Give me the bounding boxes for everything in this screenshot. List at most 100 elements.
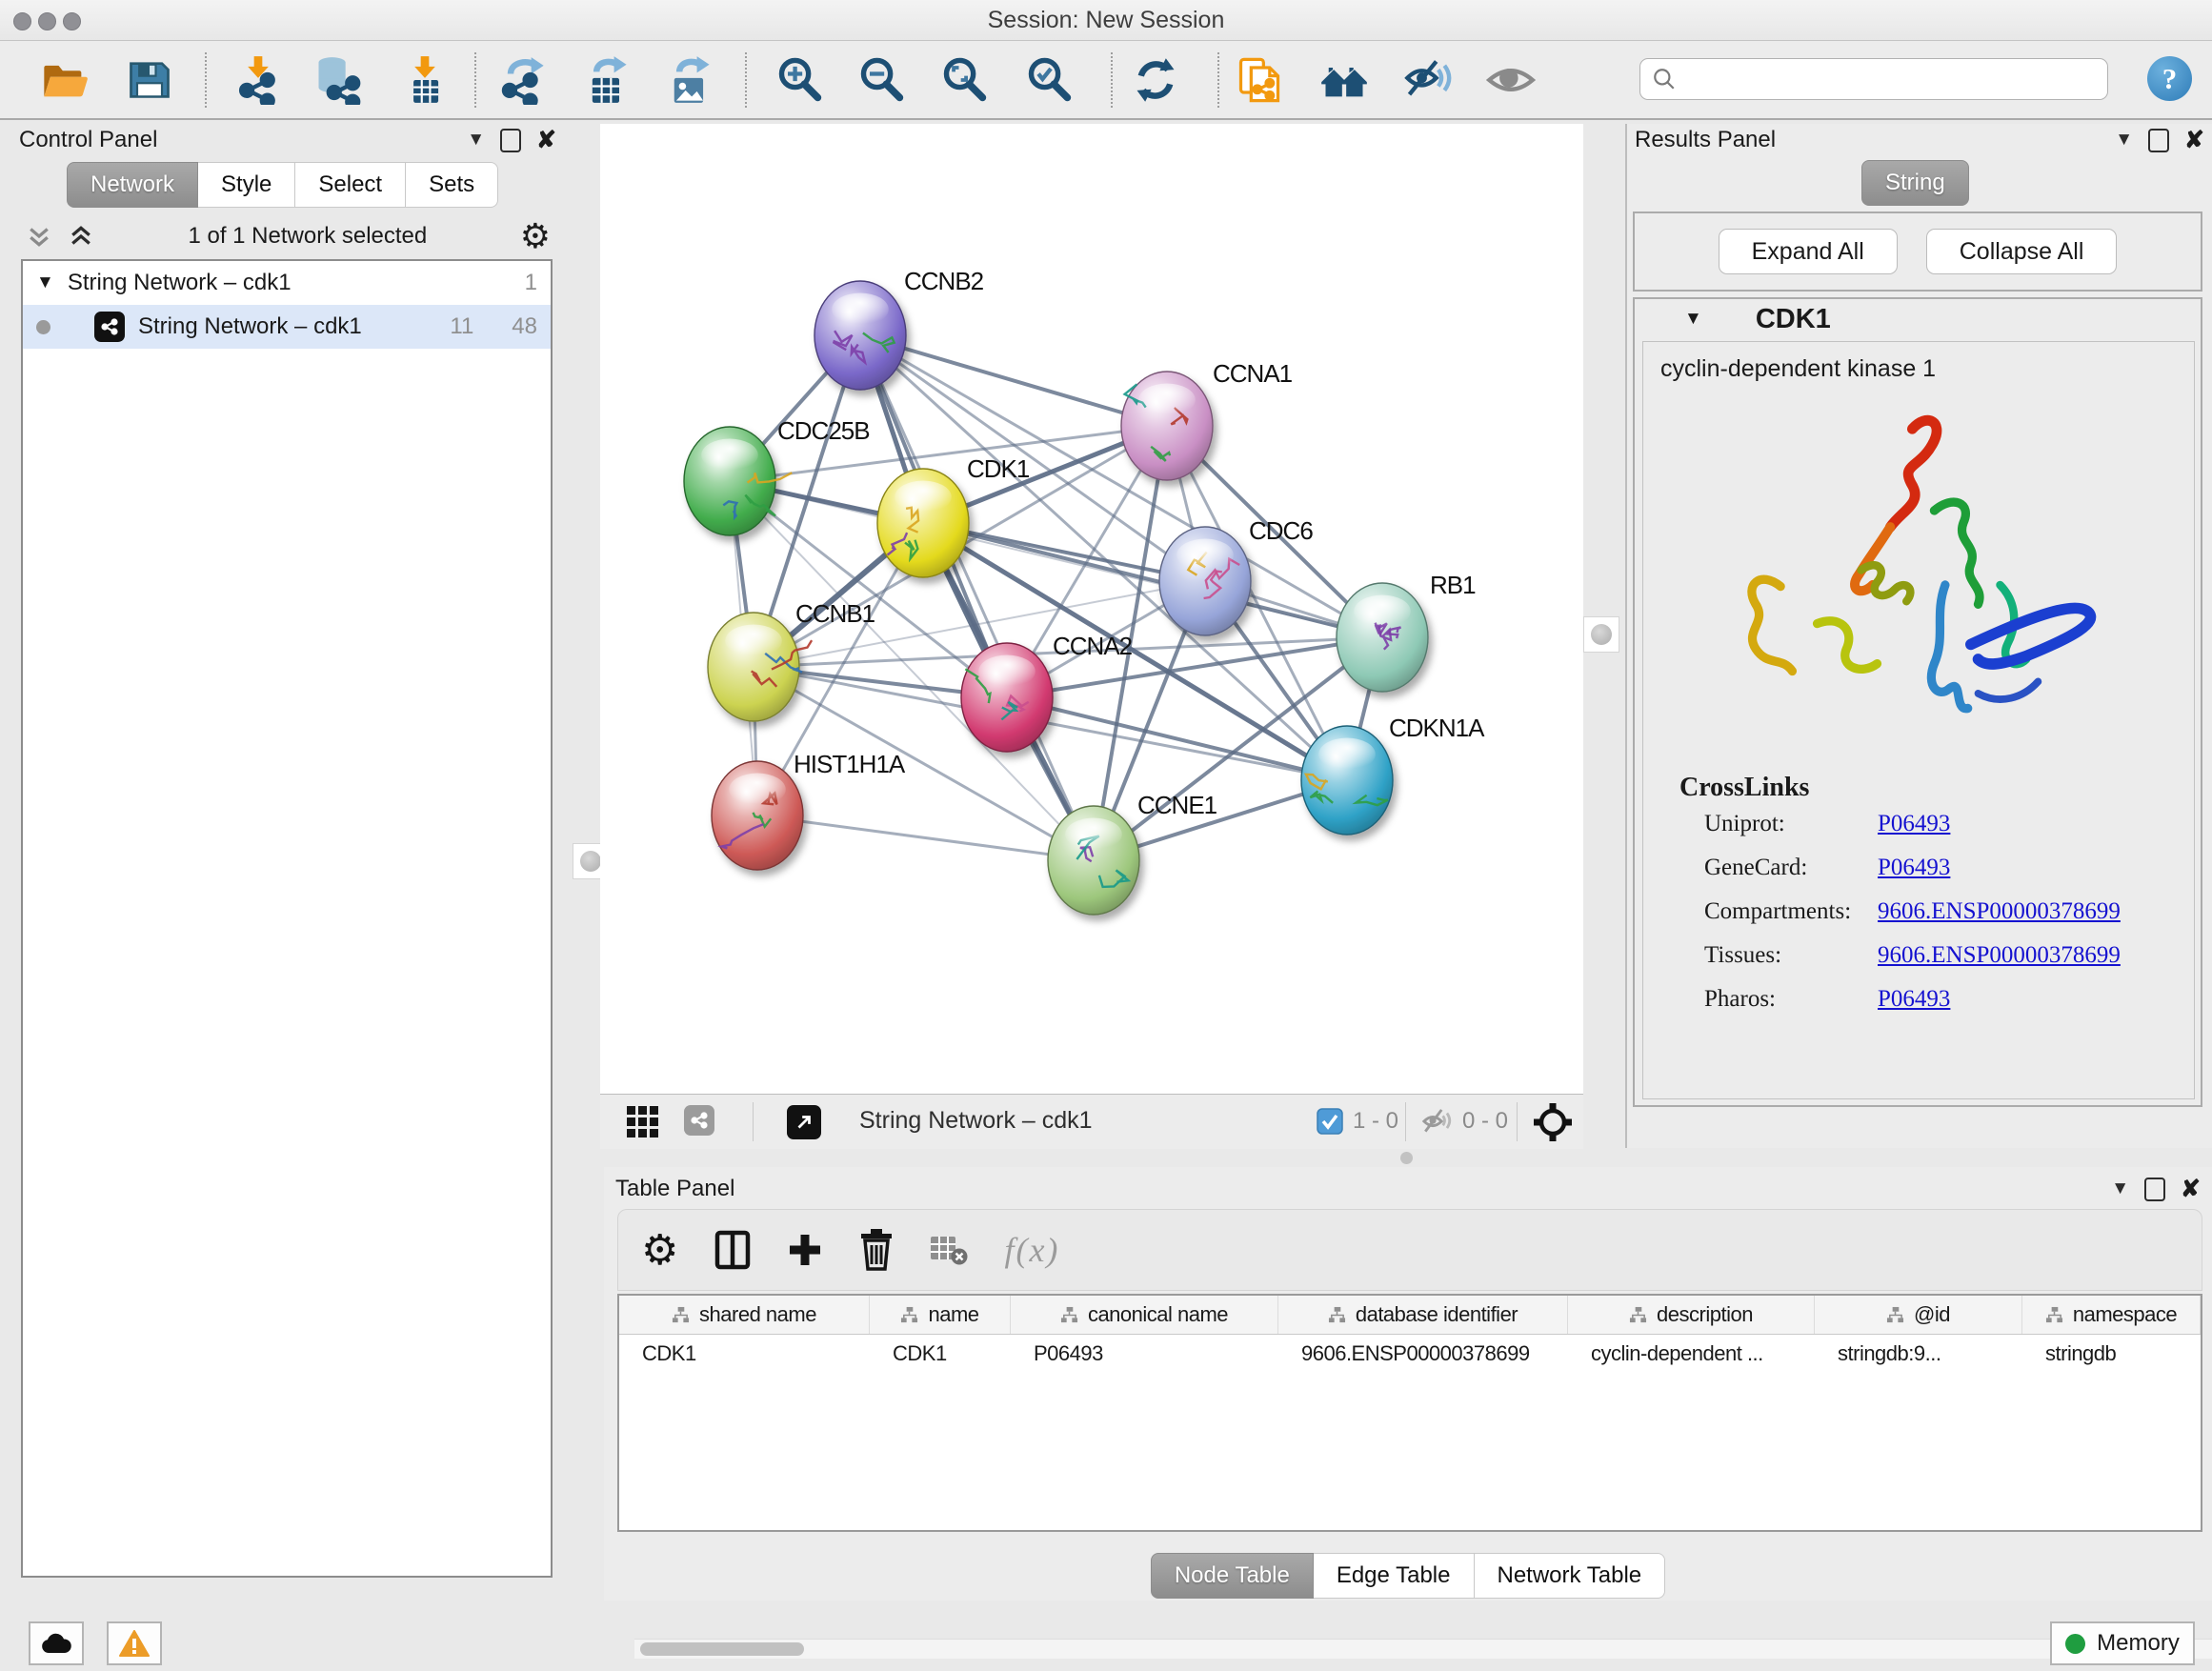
help-button[interactable]: ? [2147, 56, 2192, 101]
panel-menu-icon[interactable]: ▼ [467, 130, 485, 151]
collapse-all-button[interactable]: Collapse All [1926, 229, 2118, 274]
panel-menu-icon[interactable]: ▼ [2115, 130, 2133, 151]
expand-all-button[interactable]: Expand All [1719, 229, 1898, 274]
crosslink-link[interactable]: P06493 [1878, 855, 1950, 881]
panel-close-icon[interactable]: ✘ [2181, 1175, 2201, 1203]
panel-float-icon[interactable] [2144, 1178, 2165, 1201]
import-network-database-icon[interactable] [312, 55, 362, 105]
crosslink-link[interactable]: P06493 [1878, 811, 1950, 837]
network-node-RB1[interactable] [1337, 583, 1428, 692]
network-node-CCNB2[interactable] [814, 281, 906, 390]
network-canvas[interactable]: CCNB2CCNA1CDC25BCDK1CDC6RB1CCNB1CCNA2CDK… [600, 124, 1583, 1094]
tab-style[interactable]: Style [198, 162, 295, 208]
open-session-icon[interactable] [40, 55, 90, 105]
column-header-name[interactable]: name [870, 1296, 1011, 1334]
save-session-icon[interactable] [125, 55, 174, 105]
network-node-CCNA1[interactable] [1121, 372, 1213, 480]
toolbar-separator [205, 52, 207, 108]
column-header--id[interactable]: @id [1815, 1296, 2022, 1334]
edge-CCNB2-CCNE1[interactable] [860, 335, 1094, 860]
detach-view-icon[interactable] [787, 1105, 821, 1139]
crosslink-link[interactable]: 9606.ENSP00000378699 [1878, 942, 2121, 969]
toolbar-search[interactable] [1639, 58, 2108, 100]
copy-network-icon[interactable] [1235, 55, 1284, 105]
network-row-selected[interactable]: String Network – cdk1 11 48 [23, 305, 551, 349]
apply-layout-icon[interactable] [1131, 55, 1180, 105]
tab-network[interactable]: Network [67, 162, 198, 208]
panel-close-icon[interactable]: ✘ [2184, 126, 2204, 154]
zoom-selected-icon[interactable] [1025, 55, 1075, 105]
collapse-all-networks-icon[interactable] [25, 222, 53, 251]
function-builder-icon[interactable]: f(x) [1004, 1230, 1059, 1270]
edge-CCNB2-CCNA1[interactable] [860, 335, 1167, 426]
tree-expander-icon[interactable]: ▼ [36, 272, 54, 293]
import-table-icon[interactable] [400, 55, 450, 105]
panel-float-icon[interactable] [500, 129, 521, 152]
column-header-database-identifier[interactable]: database identifier [1278, 1296, 1568, 1334]
table-cell[interactable]: 9606.ENSP00000378699 [1278, 1335, 1568, 1373]
edge-CDK1-RB1[interactable] [923, 523, 1382, 637]
network-node-CDKN1A[interactable] [1301, 726, 1393, 835]
crosslink-link[interactable]: 9606.ENSP00000378699 [1878, 898, 2121, 925]
horizontal-splitter[interactable] [600, 1148, 2212, 1167]
panel-menu-icon[interactable]: ▼ [2111, 1178, 2129, 1199]
column-header-namespace[interactable]: namespace [2022, 1296, 2201, 1334]
network-badge-icon[interactable] [684, 1105, 714, 1136]
edge-HIST1H1A-CCNE1[interactable] [757, 815, 1094, 860]
zoom-in-icon[interactable] [775, 55, 825, 105]
crosslink-link[interactable]: P06493 [1878, 986, 1950, 1013]
column-header-canonical-name[interactable]: canonical name [1011, 1296, 1278, 1334]
table-row[interactable]: CDK1CDK1P064939606.ENSP00000378699cyclin… [619, 1335, 2201, 1373]
grid-view-icon[interactable] [627, 1106, 659, 1138]
tab-node-table[interactable]: Node Table [1151, 1553, 1314, 1599]
network-node-CCNA2[interactable] [961, 643, 1053, 752]
show-columns-icon[interactable] [714, 1229, 751, 1271]
show-graphics-eye-icon[interactable] [1486, 55, 1536, 105]
column-header-shared-name[interactable]: shared name [619, 1296, 870, 1334]
tab-network-table[interactable]: Network Table [1475, 1553, 1666, 1599]
add-column-icon[interactable] [787, 1232, 823, 1268]
network-options-gear-icon[interactable]: ⚙ [520, 219, 551, 253]
zoom-fit-icon[interactable] [940, 55, 990, 105]
network-node-HIST1H1A[interactable] [712, 761, 803, 870]
search-input[interactable] [1677, 66, 2107, 92]
column-header-description[interactable]: description [1568, 1296, 1815, 1334]
hide-glass-effect-icon[interactable] [1403, 55, 1453, 105]
network-node-CDK1[interactable] [877, 469, 969, 577]
table-cell[interactable]: CDK1 [619, 1335, 870, 1373]
cloud-status-button[interactable] [29, 1621, 84, 1665]
network-node-CDC6[interactable] [1159, 527, 1251, 635]
tab-edge-table[interactable]: Edge Table [1314, 1553, 1475, 1599]
network-node-CCNE1[interactable] [1048, 806, 1139, 915]
delete-table-icon[interactable] [930, 1234, 968, 1266]
tab-sets[interactable]: Sets [406, 162, 498, 208]
table-cell[interactable]: cyclin-dependent ... [1568, 1335, 1815, 1373]
export-network-icon[interactable] [498, 55, 548, 105]
export-image-icon[interactable] [665, 55, 714, 105]
section-expander-icon[interactable]: ▼ [1684, 309, 1702, 330]
export-table-icon[interactable] [582, 55, 632, 105]
tab-select[interactable]: Select [295, 162, 406, 208]
table-options-gear-icon[interactable]: ⚙ [641, 1226, 678, 1275]
expand-all-networks-icon[interactable] [67, 222, 95, 251]
selected-checkbox-icon[interactable] [1317, 1108, 1343, 1135]
table-cell[interactable]: stringdb:9... [1815, 1335, 2022, 1373]
control-panel-title: Control Panel [19, 127, 157, 153]
table-cell[interactable]: stringdb [2022, 1335, 2201, 1373]
network-collection-row[interactable]: ▼ String Network – cdk1 1 [23, 261, 551, 305]
memory-button[interactable]: Memory [2050, 1621, 2195, 1665]
zoom-out-icon[interactable] [857, 55, 907, 105]
table-cell[interactable]: P06493 [1011, 1335, 1278, 1373]
right-splitter-grip[interactable] [1583, 616, 1619, 653]
hidden-eye-slash-icon[interactable] [1421, 1107, 1454, 1136]
delete-column-icon[interactable] [859, 1229, 894, 1271]
birds-eye-crosshair-icon[interactable] [1534, 1103, 1572, 1141]
tab-string-results[interactable]: String [1861, 160, 1969, 206]
table-cell[interactable]: CDK1 [870, 1335, 1011, 1373]
string-home-icon[interactable] [1319, 55, 1369, 105]
import-network-file-icon[interactable] [233, 55, 283, 105]
network-node-CDC25B[interactable] [684, 427, 792, 535]
panel-close-icon[interactable]: ✘ [536, 126, 556, 154]
warnings-button[interactable] [107, 1621, 162, 1665]
panel-float-icon[interactable] [2148, 129, 2169, 152]
